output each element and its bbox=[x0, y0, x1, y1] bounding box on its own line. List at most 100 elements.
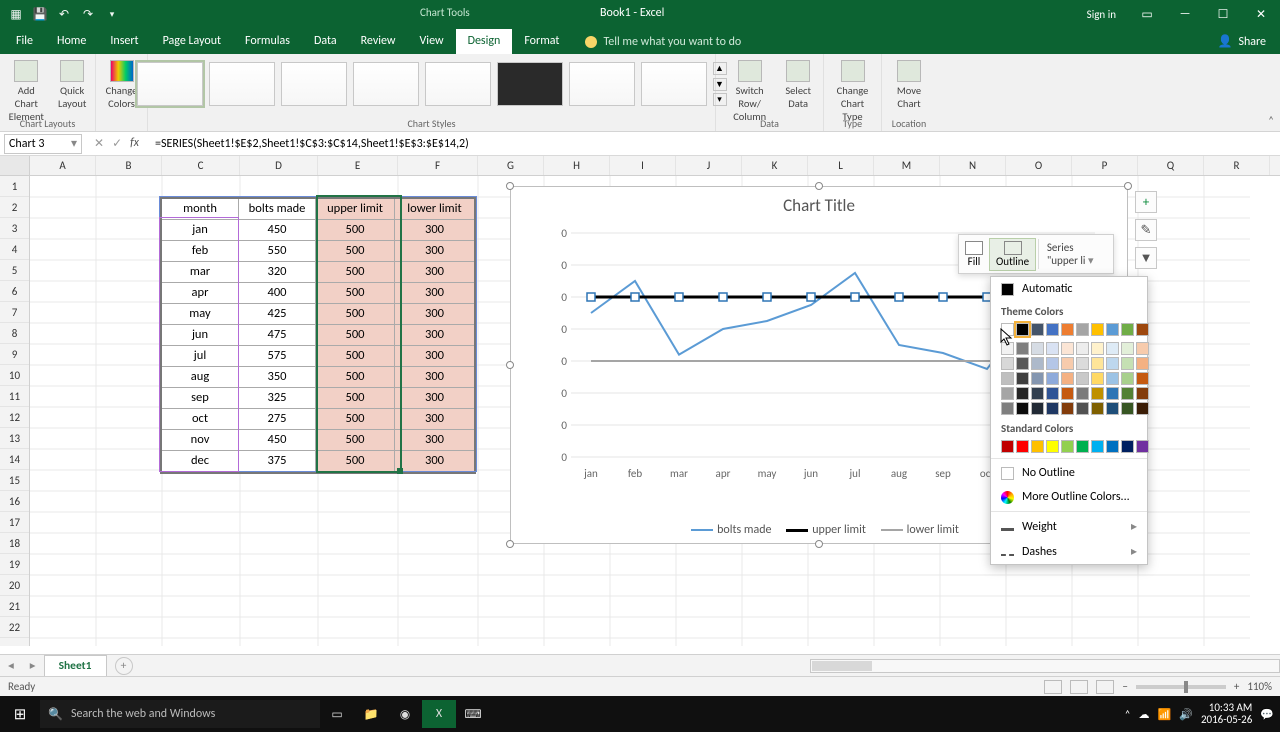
swatch[interactable] bbox=[1046, 372, 1059, 385]
col-header-C[interactable]: C bbox=[162, 156, 240, 175]
move-chart-button[interactable]: Move Chart bbox=[893, 58, 925, 112]
swatch[interactable] bbox=[1136, 402, 1149, 415]
row-header-2[interactable]: 2 bbox=[0, 197, 29, 218]
swatch[interactable] bbox=[1121, 323, 1134, 336]
col-header-O[interactable]: O bbox=[1006, 156, 1072, 175]
chart-style-2[interactable] bbox=[209, 62, 275, 106]
tab-page-layout[interactable]: Page Layout bbox=[151, 29, 233, 54]
swatch[interactable] bbox=[1061, 440, 1074, 453]
swatch[interactable] bbox=[1031, 440, 1044, 453]
col-header-H[interactable]: H bbox=[544, 156, 610, 175]
row-header-10[interactable]: 10 bbox=[0, 365, 29, 386]
sheet-nav-prev[interactable]: ◂ bbox=[0, 658, 22, 673]
swatch[interactable] bbox=[1016, 440, 1029, 453]
swatch[interactable] bbox=[1106, 323, 1119, 336]
row-header-19[interactable]: 19 bbox=[0, 554, 29, 575]
tab-file[interactable]: File bbox=[4, 29, 45, 54]
swatch[interactable] bbox=[1001, 402, 1014, 415]
row-header-16[interactable]: 16 bbox=[0, 491, 29, 512]
swatch[interactable] bbox=[1046, 440, 1059, 453]
swatch[interactable] bbox=[1031, 372, 1044, 385]
row-header-1[interactable]: 1 bbox=[0, 176, 29, 197]
col-header-Q[interactable]: Q bbox=[1138, 156, 1204, 175]
swatch[interactable] bbox=[1016, 323, 1029, 336]
swatch[interactable] bbox=[1136, 357, 1149, 370]
row-header-13[interactable]: 13 bbox=[0, 428, 29, 449]
swatch[interactable] bbox=[1106, 387, 1119, 400]
swatch[interactable] bbox=[1091, 357, 1104, 370]
qat-dropdown-icon[interactable]: ▾ bbox=[104, 6, 120, 22]
swatch[interactable] bbox=[1001, 372, 1014, 385]
row-header-3[interactable]: 3 bbox=[0, 218, 29, 239]
change-chart-type-button[interactable]: Change Chart Type bbox=[832, 58, 873, 125]
tab-view[interactable]: View bbox=[408, 29, 456, 54]
sheet-nav-next[interactable]: ▸ bbox=[22, 658, 44, 673]
page-layout-view-button[interactable] bbox=[1070, 680, 1088, 694]
undo-icon[interactable]: ↶ bbox=[56, 6, 72, 22]
zoom-in[interactable]: + bbox=[1234, 680, 1239, 693]
sign-in-link[interactable]: Sign in bbox=[1087, 8, 1116, 21]
file-explorer-icon[interactable]: 📁 bbox=[354, 700, 388, 728]
swatch[interactable] bbox=[1046, 323, 1059, 336]
swatch[interactable] bbox=[1016, 342, 1029, 355]
chart-filters-button[interactable]: ▼ bbox=[1135, 247, 1157, 269]
tab-review[interactable]: Review bbox=[349, 29, 408, 54]
start-button[interactable]: ⊞ bbox=[0, 705, 40, 724]
zoom-out[interactable]: − bbox=[1122, 680, 1127, 693]
tray-volume-icon[interactable]: 🔊 bbox=[1179, 708, 1193, 721]
col-header-L[interactable]: L bbox=[808, 156, 874, 175]
row-header-5[interactable]: 5 bbox=[0, 260, 29, 281]
quick-layout-button[interactable]: Quick Layout bbox=[54, 58, 90, 112]
swatch[interactable] bbox=[1016, 387, 1029, 400]
col-header-M[interactable]: M bbox=[874, 156, 940, 175]
swatch[interactable] bbox=[1121, 342, 1134, 355]
fx-icon[interactable]: fx bbox=[130, 136, 139, 151]
chart-style-8[interactable] bbox=[641, 62, 707, 106]
notifications-icon[interactable]: 💬 bbox=[1260, 708, 1274, 721]
chart-styles-button[interactable]: ✎ bbox=[1135, 219, 1157, 241]
horizontal-scrollbar[interactable] bbox=[810, 659, 1280, 673]
collapse-ribbon-icon[interactable]: ˄ bbox=[1268, 114, 1274, 127]
chrome-icon[interactable]: ◉ bbox=[388, 700, 422, 728]
no-outline[interactable]: No Outline bbox=[991, 461, 1147, 485]
swatch[interactable] bbox=[1106, 440, 1119, 453]
swatch[interactable] bbox=[1046, 402, 1059, 415]
name-box[interactable]: Chart 3▾ bbox=[4, 134, 82, 154]
tab-format[interactable]: Format bbox=[512, 29, 571, 54]
change-colors-button[interactable]: Change Colors bbox=[102, 58, 142, 112]
app-icon[interactable]: ⌨ bbox=[456, 700, 490, 728]
tab-formulas[interactable]: Formulas bbox=[233, 29, 302, 54]
col-header-N[interactable]: N bbox=[940, 156, 1006, 175]
switch-row-column-button[interactable]: Switch Row/ Column bbox=[724, 58, 775, 125]
swatch[interactable] bbox=[1061, 387, 1074, 400]
chart-title[interactable]: Chart Title bbox=[511, 187, 1127, 218]
swatch[interactable] bbox=[1001, 323, 1014, 336]
col-header-J[interactable]: J bbox=[676, 156, 742, 175]
tray-cloud-icon[interactable]: ☁ bbox=[1139, 708, 1150, 721]
swatch[interactable] bbox=[1106, 342, 1119, 355]
zoom-level[interactable]: 110% bbox=[1247, 680, 1272, 693]
swatch[interactable] bbox=[1031, 402, 1044, 415]
row-header-21[interactable]: 21 bbox=[0, 596, 29, 617]
swatch[interactable] bbox=[1136, 342, 1149, 355]
swatch[interactable] bbox=[1031, 323, 1044, 336]
swatch[interactable] bbox=[1061, 323, 1074, 336]
more-outline-colors[interactable]: More Outline Colors... bbox=[991, 485, 1147, 509]
swatch[interactable] bbox=[1076, 357, 1089, 370]
swatch[interactable] bbox=[1061, 342, 1074, 355]
outline-button[interactable]: Outline bbox=[989, 238, 1036, 271]
maximize-button[interactable]: ☐ bbox=[1206, 0, 1240, 28]
zoom-slider[interactable] bbox=[1136, 685, 1226, 689]
swatch[interactable] bbox=[1091, 342, 1104, 355]
chart-style-3[interactable] bbox=[281, 62, 347, 106]
worksheet-grid[interactable]: ABCDEFGHIJKLMNOPQR 123456789101112131415… bbox=[0, 156, 1280, 654]
taskbar-search[interactable]: 🔍Search the web and Windows bbox=[40, 700, 320, 728]
tab-design[interactable]: Design bbox=[456, 29, 513, 54]
fill-button[interactable]: Fill bbox=[959, 239, 989, 270]
row-header-6[interactable]: 6 bbox=[0, 281, 29, 302]
add-chart-element-button[interactable]: Add Chart Element bbox=[5, 58, 48, 125]
taskbar-clock[interactable]: 10:33 AM2016-05-26 bbox=[1201, 702, 1252, 726]
swatch[interactable] bbox=[1046, 387, 1059, 400]
tray-up-icon[interactable]: ˄ bbox=[1125, 708, 1131, 721]
col-header-D[interactable]: D bbox=[240, 156, 318, 175]
